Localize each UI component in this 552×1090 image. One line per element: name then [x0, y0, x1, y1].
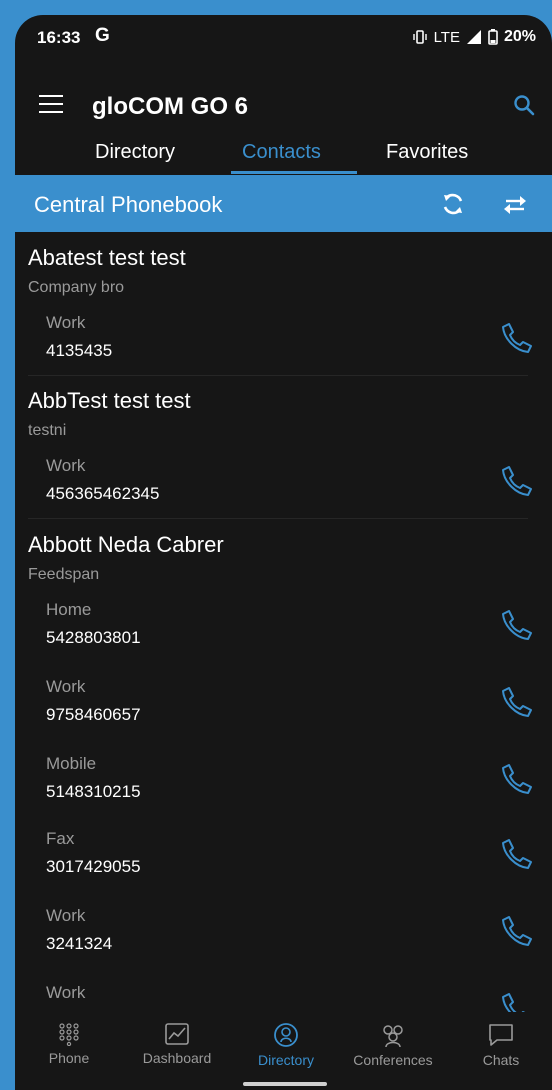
home-indicator[interactable] [243, 1082, 327, 1086]
signal-icon [466, 30, 481, 44]
nav-phone[interactable]: Phone [19, 1012, 119, 1066]
tab-contacts[interactable]: Contacts [242, 141, 321, 164]
number-value[interactable]: 5148310215 [46, 782, 141, 802]
bottom-nav: Phone Dashboard Directory Conferences Ch… [15, 1012, 552, 1074]
app-title: gloCOM GO 6 [92, 93, 248, 120]
nav-label: Dashboard [142, 1050, 212, 1066]
app-bar: gloCOM GO 6 [15, 71, 552, 135]
number-label: Fax [46, 829, 75, 848]
call-icon[interactable] [499, 684, 535, 720]
tab-favorites[interactable]: Favorites [386, 141, 468, 164]
contact-company: Feedspan [28, 566, 100, 583]
call-icon[interactable] [499, 990, 535, 1012]
number-value[interactable]: 4135435 [46, 341, 112, 361]
number-value[interactable]: 456365462345 [46, 484, 159, 504]
number-value[interactable]: 3241324 [46, 934, 112, 954]
call-icon[interactable] [499, 320, 535, 356]
phonebook-title[interactable]: Central Phonebook [34, 192, 222, 218]
call-icon[interactable] [499, 607, 535, 643]
group-icon [383, 1025, 403, 1048]
call-icon[interactable] [499, 761, 535, 797]
divider [28, 375, 528, 376]
nav-label: Phone [48, 1050, 90, 1066]
sync-icon[interactable] [440, 191, 466, 217]
search-icon[interactable] [512, 93, 536, 117]
divider [28, 518, 528, 519]
nav-label: Chats [482, 1052, 520, 1068]
number-label: Home [46, 600, 92, 619]
number-value[interactable]: 5428803801 [46, 628, 141, 648]
tab-directory[interactable]: Directory [95, 141, 175, 164]
nav-directory[interactable]: Directory [236, 1012, 336, 1068]
number-label: Work [46, 456, 86, 475]
chat-icon [489, 1024, 513, 1046]
status-time: 16:33 [37, 28, 81, 47]
call-icon[interactable] [499, 836, 535, 872]
nav-label: Directory [257, 1052, 314, 1068]
vibrate-icon [412, 30, 427, 44]
nav-conferences[interactable]: Conferences [343, 1012, 443, 1068]
call-icon[interactable] [499, 913, 535, 949]
contact-icon [274, 1023, 298, 1047]
nav-chats[interactable]: Chats [451, 1012, 551, 1068]
nav-label: Conferences [353, 1052, 433, 1068]
status-bar: 16:33 G LTE 20% [15, 15, 552, 59]
tab-bar: Directory Contacts Favorites [15, 137, 552, 179]
swap-icon[interactable] [502, 193, 528, 217]
status-right: LTE 20% [412, 28, 536, 46]
number-label: Work [46, 313, 86, 332]
contact-name[interactable]: Abbott Neda Cabrer [28, 532, 224, 558]
number-value[interactable]: 9758460657 [46, 705, 141, 725]
battery-level: 20% [503, 28, 536, 45]
nav-dashboard[interactable]: Dashboard [127, 1012, 227, 1066]
number-value[interactable]: 3017429055 [46, 857, 141, 877]
menu-icon[interactable] [39, 95, 63, 113]
contact-list[interactable]: Abatest test test Company bro Work 41354… [15, 232, 552, 1012]
contact-company: Company bro [28, 279, 125, 296]
number-label: Mobile [46, 754, 97, 773]
battery-icon [488, 29, 498, 45]
google-icon: G [95, 25, 110, 46]
chart-icon [165, 1023, 189, 1045]
tab-indicator [231, 171, 357, 174]
call-icon[interactable] [499, 463, 535, 499]
network-type: LTE [433, 28, 460, 46]
contact-name[interactable]: Abatest test test [28, 245, 186, 271]
number-label: Work [46, 906, 86, 925]
dialpad-icon [59, 1023, 79, 1046]
phone-screen: 16:33 G LTE 20% gloCOM GO 6 Directory Co… [15, 15, 552, 1090]
number-label: Work [46, 983, 86, 1002]
contact-company: testni [28, 422, 67, 439]
contact-name[interactable]: AbbTest test test [28, 388, 191, 414]
number-label: Work [46, 677, 86, 696]
phonebook-header: Central Phonebook [15, 175, 552, 232]
